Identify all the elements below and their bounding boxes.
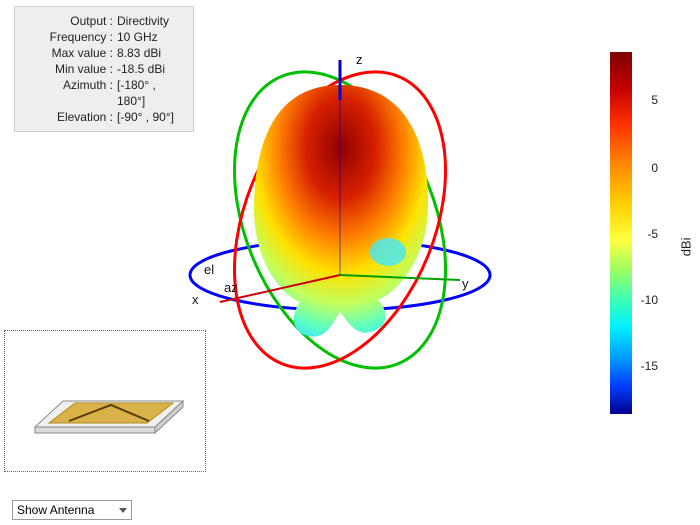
colorbar-title: dBi <box>679 238 694 257</box>
el-axis-label: el <box>204 262 214 277</box>
info-row-frequency: Frequency : 10 GHz <box>23 29 185 45</box>
colorbar <box>610 52 632 414</box>
info-label: Output : <box>23 13 113 29</box>
info-label: Elevation : <box>23 109 113 125</box>
radiation-pattern-plot[interactable]: z x y az el <box>180 40 560 440</box>
antenna-ground-edge <box>35 427 155 433</box>
radiation-pattern-svg <box>180 40 560 440</box>
radiation-lobe <box>254 85 428 337</box>
info-value: [-180° , 180°] <box>113 77 185 109</box>
info-row-output: Output : Directivity <box>23 13 185 29</box>
info-row-azimuth: Azimuth : [-180° , 180°] <box>23 77 185 109</box>
colorbar-tick: -15 <box>641 359 658 373</box>
antenna-inset-panel <box>4 330 206 472</box>
x-axis-label: x <box>192 292 199 307</box>
info-label: Frequency : <box>23 29 113 45</box>
info-value: -18.5 dBi <box>113 61 165 77</box>
info-label: Min value : <box>23 61 113 77</box>
antenna-geometry <box>15 349 195 459</box>
info-value: 8.83 dBi <box>113 45 161 61</box>
colorbar-tick: 0 <box>651 161 658 175</box>
z-axis-label: z <box>356 52 363 67</box>
info-row-max: Max value : 8.83 dBi <box>23 45 185 61</box>
colorbar-tick: -5 <box>647 227 658 241</box>
info-value: 10 GHz <box>113 29 158 45</box>
info-row-min: Min value : -18.5 dBi <box>23 61 185 77</box>
info-row-elevation: Elevation : [-90° , 90°] <box>23 109 185 125</box>
lobe-null <box>370 238 406 266</box>
info-label: Max value : <box>23 45 113 61</box>
y-axis-label: y <box>462 276 469 291</box>
info-value: Directivity <box>113 13 169 29</box>
colorbar-tick: 5 <box>651 93 658 107</box>
info-value: [-90° , 90°] <box>113 109 174 125</box>
dropdown-selected-label: Show Antenna <box>17 501 94 519</box>
colorbar-tick: -10 <box>641 293 658 307</box>
info-panel: Output : Directivity Frequency : 10 GHz … <box>14 6 194 132</box>
chevron-down-icon <box>119 508 127 513</box>
show-antenna-dropdown[interactable]: Show Antenna <box>12 500 132 520</box>
info-label: Azimuth : <box>23 77 113 109</box>
az-axis-label: az <box>224 280 238 295</box>
